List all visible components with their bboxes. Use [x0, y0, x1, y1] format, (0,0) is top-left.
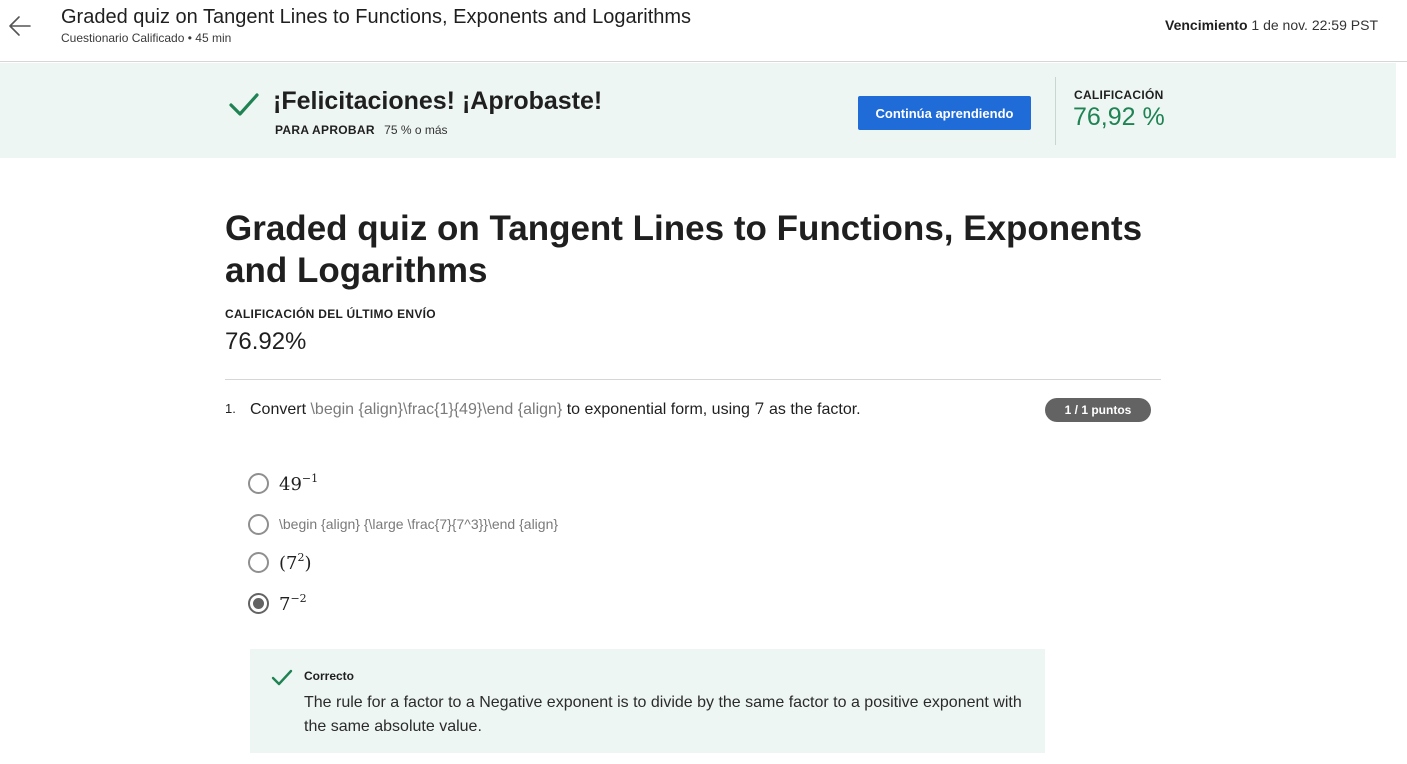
- question-text: Convert \begin {align}\frac{1}{49}\end {…: [250, 399, 861, 420]
- feedback-text: The rule for a factor to a Negative expo…: [304, 694, 1022, 735]
- divider: [225, 379, 1161, 380]
- answer-option[interactable]: \begin {align} {\large \frac{7}{7^3}}\en…: [248, 512, 558, 536]
- pass-requirement-label: PARA APROBAR: [275, 123, 375, 137]
- feedback-label: Correcto: [304, 669, 355, 683]
- back-button[interactable]: [4, 10, 36, 42]
- check-icon: [229, 93, 259, 116]
- banner-divider: [1055, 77, 1056, 145]
- radio-button-selected[interactable]: [248, 592, 269, 614]
- due-value: 1 de nov. 22:59 PST: [1251, 17, 1378, 33]
- answer-option[interactable]: (72): [248, 550, 312, 574]
- option-open-paren: (: [279, 552, 287, 574]
- option-base: 49: [279, 473, 302, 495]
- option-base: 7: [279, 593, 291, 615]
- page-title: Graded quiz on Tangent Lines to Function…: [225, 209, 1143, 290]
- due-date: Vencimiento 1 de nov. 22:59 PST: [1165, 17, 1378, 34]
- arrow-left-icon: [9, 16, 31, 36]
- question-text-before: Convert: [250, 401, 311, 418]
- last-submission-grade: 76.92%: [225, 328, 307, 355]
- option-label: \begin {align} {\large \frac{7}{7^3}}\en…: [279, 516, 559, 532]
- check-icon: [271, 669, 293, 686]
- option-exponent: −2: [290, 591, 307, 605]
- pass-requirement-value: 75 % o más: [384, 123, 448, 137]
- question-text-middle: to exponential form, using: [562, 401, 755, 418]
- option-label: 7−2: [279, 592, 307, 615]
- question-text-after: as the factor.: [764, 401, 861, 418]
- top-header: Graded quiz on Tangent Lines to Function…: [0, 0, 1407, 62]
- option-exponent: −1: [301, 471, 319, 485]
- question-factor: 7: [754, 399, 765, 418]
- pass-banner: [0, 63, 1396, 158]
- question-number: 1.: [225, 401, 236, 416]
- option-label: (72): [279, 551, 312, 574]
- grade-label: CALIFICACIÓN: [1074, 88, 1164, 102]
- grade-value: 76,92 %: [1073, 103, 1165, 131]
- radio-button[interactable]: [248, 472, 269, 494]
- banner-title: ¡Felicitaciones! ¡Aprobaste!: [273, 87, 603, 115]
- header-subtitle: Cuestionario Calificado • 45 min: [61, 31, 232, 45]
- radio-button[interactable]: [248, 513, 269, 535]
- answer-option-selected[interactable]: 7−2: [248, 591, 307, 615]
- radio-dot: [253, 597, 264, 609]
- option-base: 7: [286, 552, 298, 574]
- radio-button[interactable]: [248, 551, 269, 573]
- header-title: Graded quiz on Tangent Lines to Function…: [61, 6, 692, 28]
- answer-option[interactable]: 49−1: [248, 471, 318, 495]
- option-label: 49−1: [279, 472, 318, 495]
- points-badge: 1 / 1 puntos: [1045, 398, 1151, 422]
- continue-learning-button[interactable]: Continúa aprendiendo: [858, 96, 1031, 130]
- question-latex: \begin {align}\frac{1}{49}\end {align}: [310, 401, 563, 418]
- due-label: Vencimiento: [1165, 17, 1248, 33]
- last-submission-label: CALIFICACIÓN DEL ÚLTIMO ENVÍO: [225, 307, 436, 321]
- pass-requirement: PARA APROBAR 75 % o más: [275, 123, 448, 137]
- option-close-paren: ): [304, 552, 312, 574]
